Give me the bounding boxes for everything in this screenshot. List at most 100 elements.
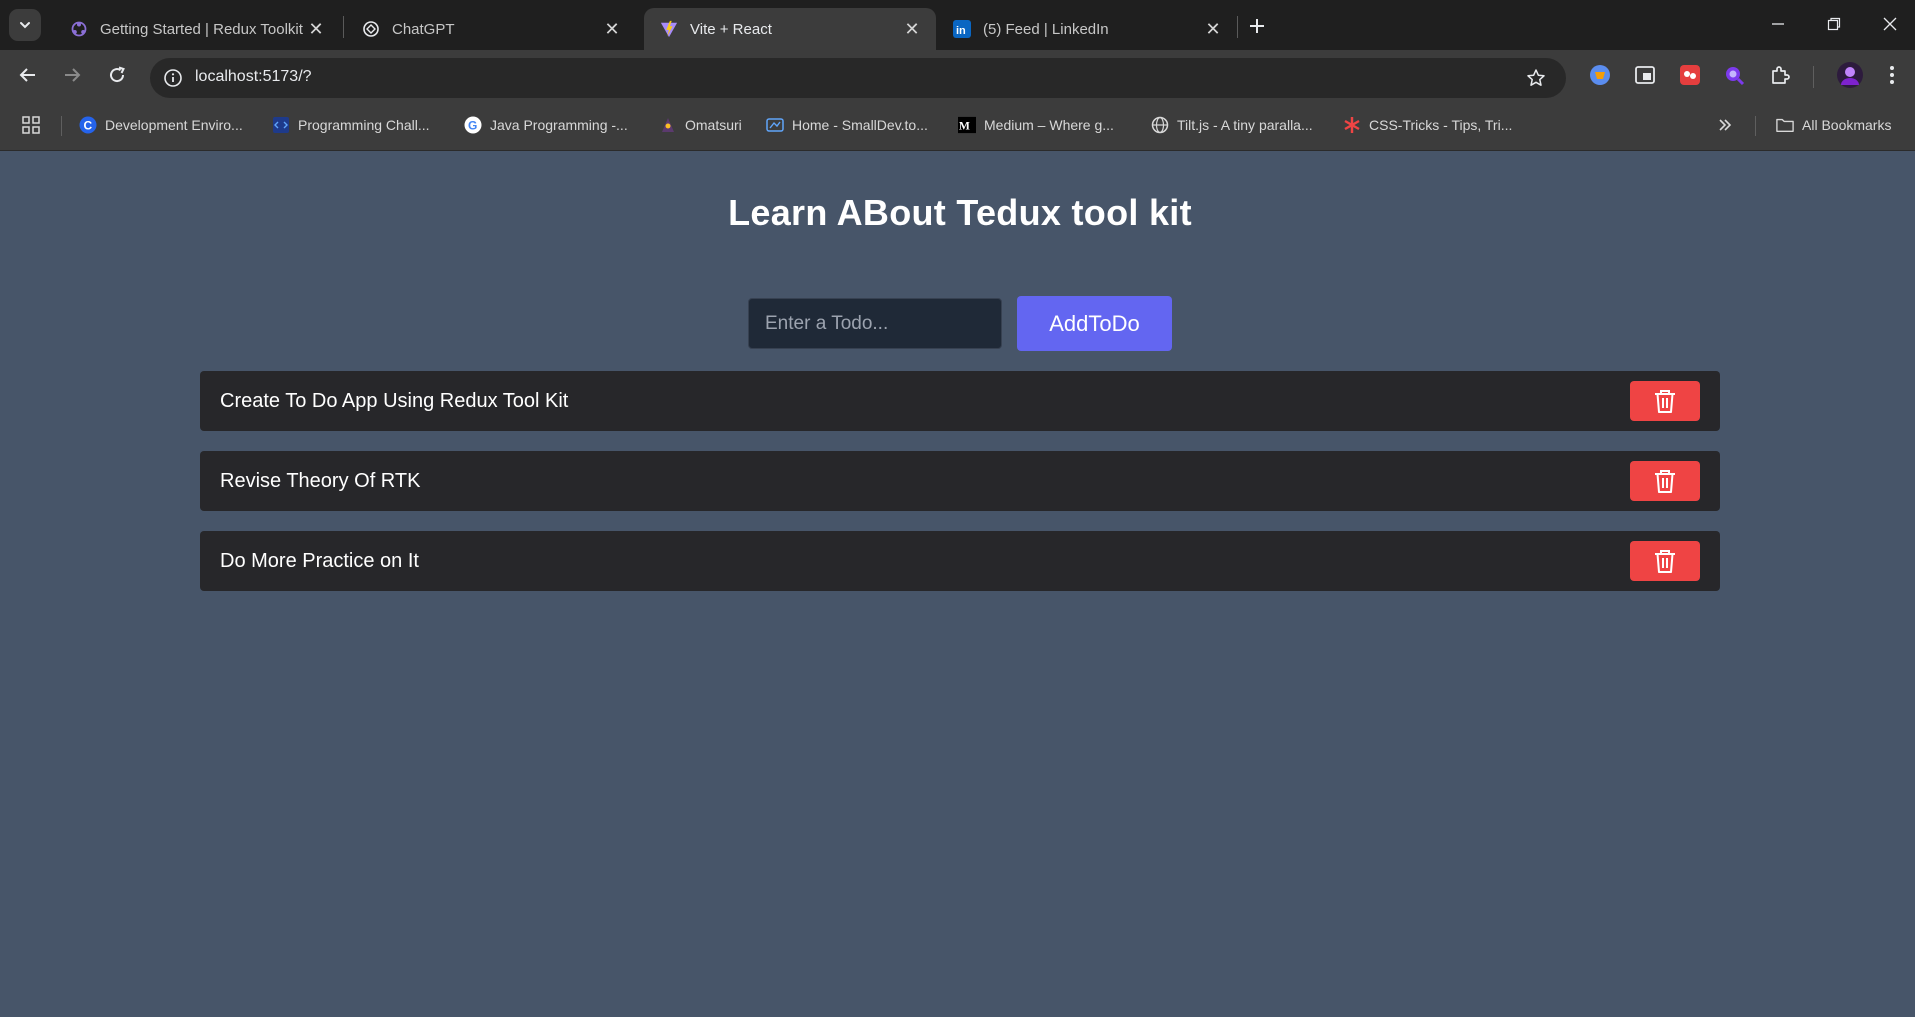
asterisk-icon xyxy=(1343,116,1361,134)
tab-search-button[interactable] xyxy=(9,9,41,41)
tab-strip: Getting Started | Redux Toolkit ✕ ChatGP… xyxy=(0,0,1915,50)
close-icon xyxy=(1883,17,1897,31)
all-bookmarks-label: All Bookmarks xyxy=(1802,117,1892,133)
todo-list: Create To Do App Using Redux Tool Kit Re… xyxy=(200,371,1720,611)
tab-title: ChatGPT xyxy=(392,20,455,38)
close-tab-icon[interactable]: ✕ xyxy=(1203,19,1223,39)
extension-red-icon[interactable] xyxy=(1678,63,1702,87)
extension-window-icon[interactable] xyxy=(1633,63,1657,87)
bookmark-label: Development Enviro... xyxy=(105,117,243,133)
bookmark-divider xyxy=(61,116,62,136)
todo-item: Do More Practice on It xyxy=(200,531,1720,591)
arrow-left-icon xyxy=(19,68,35,82)
bookmark-item[interactable]: C Development Enviro... xyxy=(79,114,243,136)
tab-vite-react[interactable]: Vite + React ✕ xyxy=(644,8,936,50)
bookmark-label: CSS-Tricks - Tips, Tri... xyxy=(1369,117,1513,133)
redux-icon xyxy=(70,20,88,38)
svg-text:C: C xyxy=(84,119,93,133)
svg-text:G: G xyxy=(468,119,477,133)
bookmark-item[interactable]: Home - SmallDev.to... xyxy=(766,114,928,136)
extension-search-icon[interactable] xyxy=(1722,63,1746,87)
bookmark-label: Omatsuri xyxy=(685,117,742,133)
bookmark-item[interactable]: CSS-Tricks - Tips, Tri... xyxy=(1343,114,1512,136)
todo-item: Create To Do App Using Redux Tool Kit xyxy=(200,371,1720,431)
apps-grid-icon xyxy=(22,116,40,134)
tab-divider xyxy=(343,16,344,38)
delete-todo-button[interactable] xyxy=(1630,541,1700,581)
delete-todo-button[interactable] xyxy=(1630,461,1700,501)
arrow-right-icon xyxy=(65,68,81,82)
extension-shield-icon[interactable] xyxy=(1588,63,1612,87)
tab-title: Vite + React xyxy=(690,20,772,38)
bookmark-item[interactable]: Tilt.js - A tiny paralla... xyxy=(1151,114,1313,136)
more-menu-icon[interactable] xyxy=(1880,63,1904,87)
page-title: Learn ABout Tedux tool kit xyxy=(728,192,1192,233)
todo-item: Revise Theory Of RTK xyxy=(200,451,1720,511)
restore-button[interactable] xyxy=(1806,0,1862,48)
add-todo-button[interactable]: AddToDo xyxy=(1017,296,1172,351)
bookmark-item[interactable]: Programming Chall... xyxy=(272,114,430,136)
plus-icon xyxy=(1250,19,1264,33)
bookmark-item[interactable]: M Medium – Where g... xyxy=(958,114,1114,136)
bookmark-label: Medium – Where g... xyxy=(984,117,1114,133)
all-bookmarks-button[interactable]: All Bookmarks xyxy=(1776,114,1891,136)
tab-redux[interactable]: Getting Started | Redux Toolkit ✕ xyxy=(54,8,340,50)
reload-button[interactable] xyxy=(101,59,133,91)
bookmarks-bar: C Development Enviro... Programming Chal… xyxy=(0,100,1915,151)
todo-text: Revise Theory Of RTK xyxy=(220,469,421,492)
forward-button[interactable] xyxy=(56,59,88,91)
close-tab-icon[interactable]: ✕ xyxy=(306,19,326,39)
bookmark-divider xyxy=(1755,116,1756,136)
bookmark-item[interactable]: G Java Programming -... xyxy=(464,114,628,136)
minimize-button[interactable] xyxy=(1750,0,1806,48)
extensions-puzzle-icon[interactable] xyxy=(1768,63,1792,87)
vite-icon xyxy=(660,20,678,38)
tab-divider xyxy=(1237,16,1238,38)
trash-icon xyxy=(1655,550,1675,573)
code-icon xyxy=(272,116,290,134)
medium-icon: M xyxy=(958,116,976,134)
delete-todo-button[interactable] xyxy=(1630,381,1700,421)
todo-text: Do More Practice on It xyxy=(220,549,419,572)
close-tab-icon[interactable]: ✕ xyxy=(602,19,622,39)
bookmarks-overflow-button[interactable] xyxy=(1717,114,1733,136)
linkedin-icon: in xyxy=(953,20,971,38)
chevron-down-icon xyxy=(20,22,30,29)
minimize-icon xyxy=(1772,23,1784,25)
tab-linkedin[interactable]: in (5) Feed | LinkedIn ✕ xyxy=(937,8,1237,50)
todo-text: Create To Do App Using Redux Tool Kit xyxy=(220,389,569,412)
reload-icon xyxy=(110,66,125,83)
folder-icon xyxy=(1776,116,1794,134)
todo-input[interactable] xyxy=(748,298,1002,349)
close-window-button[interactable] xyxy=(1862,0,1915,48)
back-button[interactable] xyxy=(12,59,44,91)
svg-text:M: M xyxy=(959,120,970,133)
bookmark-label: Programming Chall... xyxy=(298,117,430,133)
tab-title: Getting Started | Redux Toolkit xyxy=(100,20,303,38)
apps-button[interactable] xyxy=(22,114,40,136)
browser-toolbar: localhost:5173/? xyxy=(0,50,1915,100)
close-tab-icon[interactable]: ✕ xyxy=(902,19,922,39)
bookmark-label: Home - SmallDev.to... xyxy=(792,117,928,133)
omatsuri-icon xyxy=(659,116,677,134)
bookmark-star-icon[interactable] xyxy=(1524,66,1548,90)
restore-icon xyxy=(1827,17,1841,31)
address-text[interactable]: localhost:5173/? xyxy=(195,68,312,86)
chatgpt-icon xyxy=(362,20,380,38)
smalldev-icon xyxy=(766,116,784,134)
new-tab-button[interactable] xyxy=(1243,12,1271,40)
info-icon[interactable] xyxy=(162,67,184,89)
tab-title: (5) Feed | LinkedIn xyxy=(983,20,1109,38)
c-icon: C xyxy=(79,116,97,134)
svg-text:in: in xyxy=(956,25,966,37)
google-icon: G xyxy=(464,116,482,134)
bookmark-label: Tilt.js - A tiny paralla... xyxy=(1177,117,1313,133)
tab-chatgpt[interactable]: ChatGPT ✕ xyxy=(346,8,636,50)
app-page: Learn ABout Tedux tool kit AddToDo Creat… xyxy=(0,152,1915,1017)
trash-icon xyxy=(1655,470,1675,493)
trash-icon xyxy=(1655,390,1675,413)
address-bar[interactable]: localhost:5173/? xyxy=(150,58,1566,98)
bookmark-label: Java Programming -... xyxy=(490,117,628,133)
profile-avatar[interactable] xyxy=(1836,61,1864,89)
bookmark-item[interactable]: Omatsuri xyxy=(659,114,742,136)
